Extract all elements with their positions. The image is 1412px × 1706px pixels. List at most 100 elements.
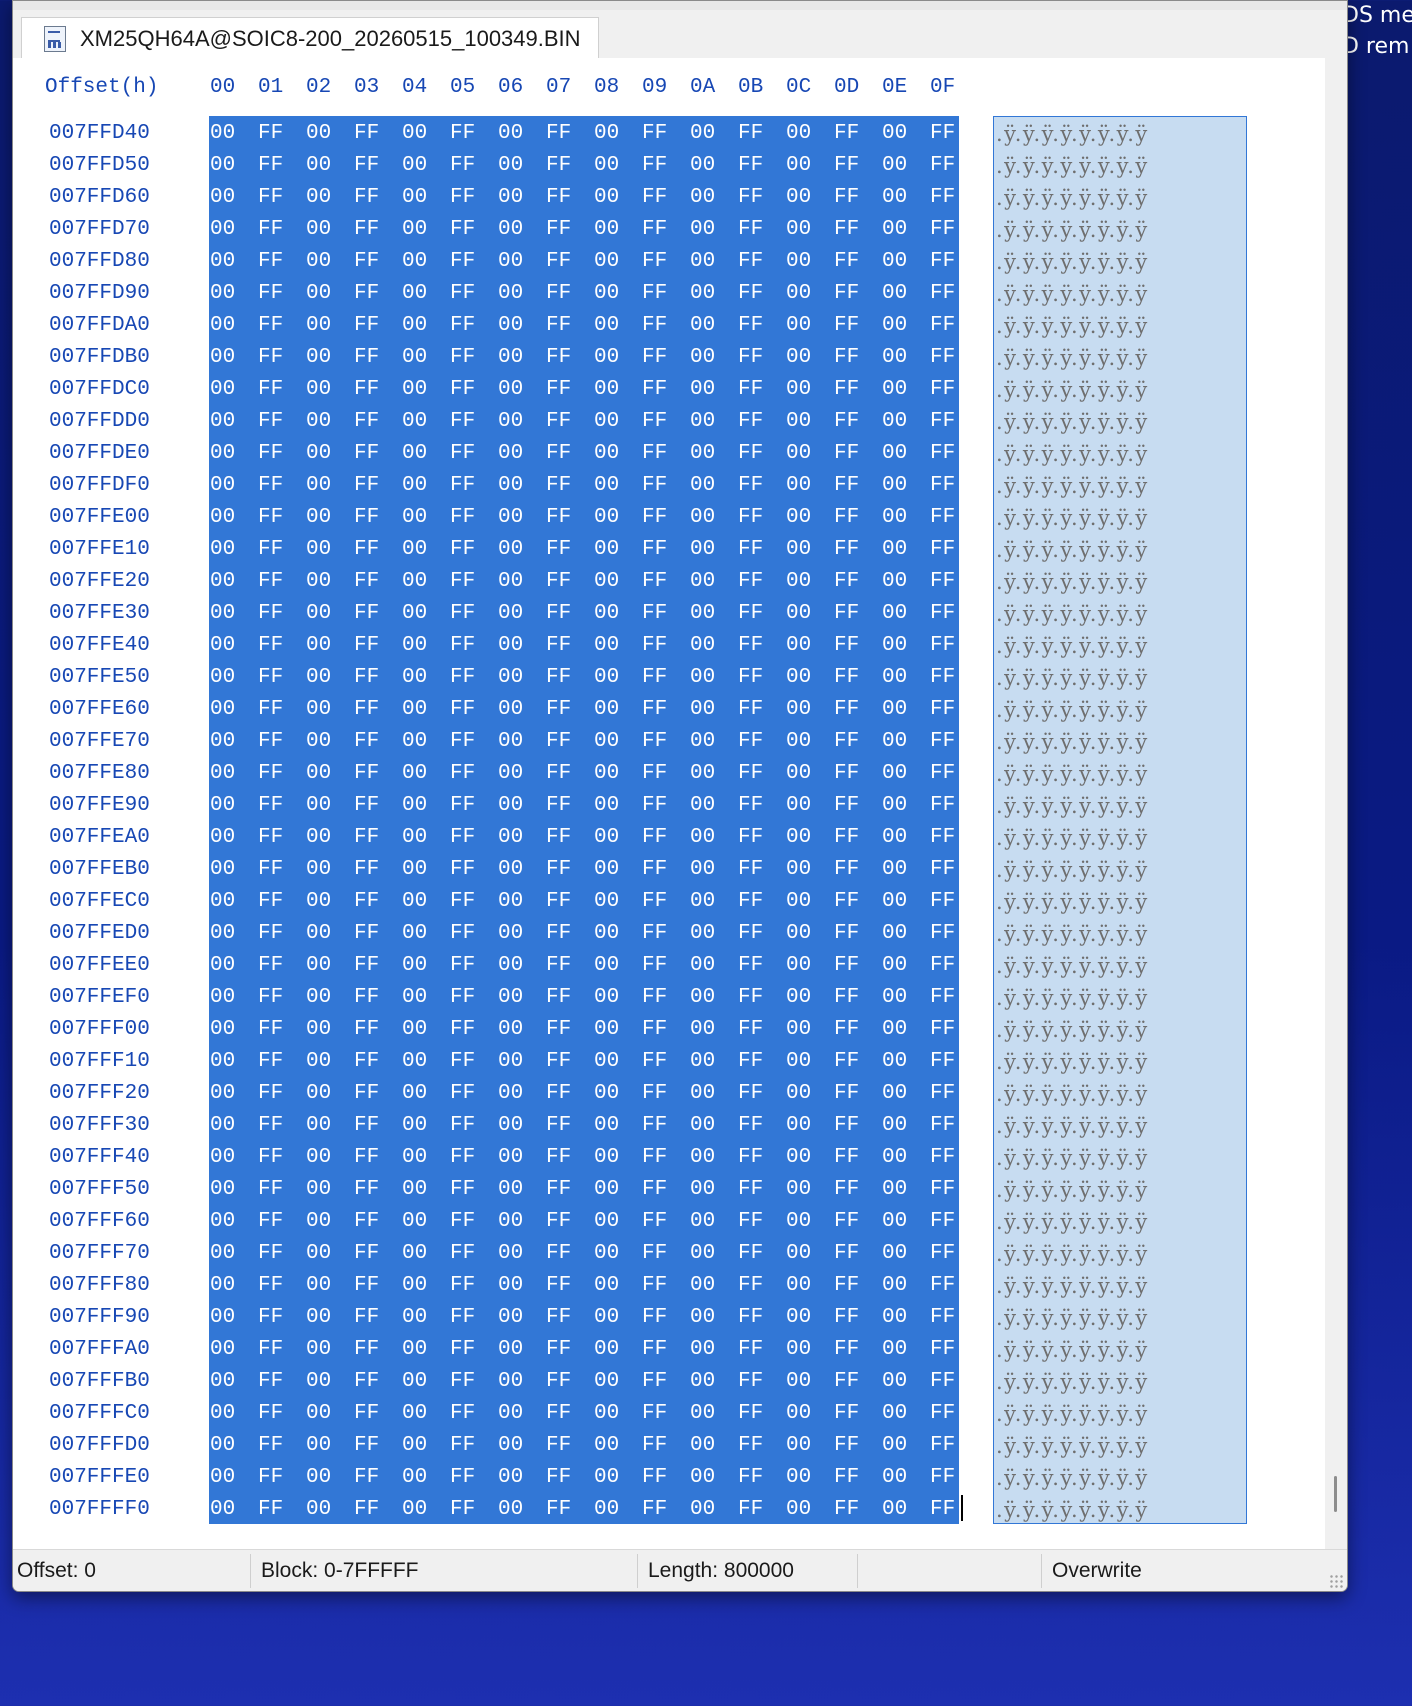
hex-byte[interactable]: 00 (306, 438, 354, 470)
hex-byte[interactable]: FF (642, 406, 690, 438)
hex-byte[interactable]: FF (354, 1014, 402, 1046)
hex-byte[interactable]: FF (642, 598, 690, 630)
hex-byte[interactable]: 00 (786, 470, 834, 502)
hex-byte[interactable]: 00 (786, 278, 834, 310)
hex-byte[interactable]: 00 (402, 1110, 450, 1142)
hex-byte[interactable]: 00 (594, 1398, 642, 1430)
hex-byte[interactable]: 00 (690, 118, 738, 150)
hex-byte[interactable]: FF (642, 214, 690, 246)
row-ascii[interactable]: .ÿ.ÿ.ÿ.ÿ.ÿ.ÿ.ÿ.ÿ (996, 246, 1149, 278)
hex-byte[interactable]: 00 (882, 950, 930, 982)
row-ascii[interactable]: .ÿ.ÿ.ÿ.ÿ.ÿ.ÿ.ÿ.ÿ (996, 950, 1149, 982)
hex-byte[interactable]: 00 (690, 982, 738, 1014)
hex-row[interactable]: 007FFE20 00 FF 00 FF 00 FF 00 FF 00 FF 00 FF 00 FF 00 FF… (13, 566, 1313, 598)
hex-row[interactable]: 007FFD40 00 FF 00 FF 00 FF 00 FF 00 FF 00 FF 00 FF 00 FF… (13, 118, 1313, 150)
hex-byte[interactable]: FF (642, 1398, 690, 1430)
row-ascii[interactable]: .ÿ.ÿ.ÿ.ÿ.ÿ.ÿ.ÿ.ÿ (996, 1014, 1149, 1046)
hex-byte[interactable]: FF (930, 1398, 978, 1430)
hex-byte[interactable]: FF (354, 118, 402, 150)
hex-byte[interactable]: FF (450, 246, 498, 278)
hex-byte[interactable]: FF (354, 822, 402, 854)
hex-byte[interactable]: FF (546, 1398, 594, 1430)
hex-row[interactable]: 007FFE30 00 FF 00 FF 00 FF 00 FF 00 FF 00 FF 00 FF 00 FF… (13, 598, 1313, 630)
hex-byte[interactable]: FF (546, 534, 594, 566)
hex-byte[interactable]: 00 (498, 150, 546, 182)
hex-row[interactable]: 007FFFD0 00 FF 00 FF 00 FF 00 FF 00 FF 00 FF 00 FF 00 FF… (13, 1430, 1313, 1462)
hex-byte[interactable]: 00 (594, 406, 642, 438)
hex-byte[interactable]: 00 (402, 1078, 450, 1110)
hex-byte[interactable]: FF (738, 1174, 786, 1206)
hex-byte[interactable]: 00 (882, 662, 930, 694)
hex-byte[interactable]: 00 (786, 566, 834, 598)
hex-byte[interactable]: FF (258, 1366, 306, 1398)
hex-byte[interactable]: FF (738, 278, 786, 310)
hex-byte[interactable]: 00 (306, 214, 354, 246)
hex-byte[interactable]: FF (546, 150, 594, 182)
hex-byte[interactable]: 00 (690, 822, 738, 854)
hex-byte[interactable]: FF (930, 1046, 978, 1078)
hex-byte[interactable]: FF (450, 790, 498, 822)
hex-byte[interactable]: FF (258, 1334, 306, 1366)
hex-byte[interactable]: 00 (210, 566, 258, 598)
hex-byte[interactable]: FF (354, 598, 402, 630)
hex-byte[interactable]: FF (834, 246, 882, 278)
hex-byte[interactable]: FF (546, 662, 594, 694)
hex-byte[interactable]: FF (738, 1302, 786, 1334)
hex-byte[interactable]: 00 (402, 278, 450, 310)
hex-byte[interactable]: 00 (786, 534, 834, 566)
hex-byte[interactable]: 00 (594, 342, 642, 374)
hex-row[interactable]: 007FFD80 00 FF 00 FF 00 FF 00 FF 00 FF 00 FF 00 FF 00 FF… (13, 246, 1313, 278)
hex-byte[interactable]: FF (738, 1494, 786, 1526)
hex-byte[interactable]: FF (450, 950, 498, 982)
hex-row[interactable]: 007FFEE0 00 FF 00 FF 00 FF 00 FF 00 FF 00 FF 00 FF 00 FF… (13, 950, 1313, 982)
hex-byte[interactable]: FF (642, 1142, 690, 1174)
row-ascii[interactable]: .ÿ.ÿ.ÿ.ÿ.ÿ.ÿ.ÿ.ÿ (996, 1078, 1149, 1110)
hex-byte[interactable]: 00 (786, 662, 834, 694)
hex-byte[interactable]: FF (834, 1110, 882, 1142)
hex-byte[interactable]: FF (930, 566, 978, 598)
hex-byte[interactable]: FF (354, 1078, 402, 1110)
hex-row[interactable]: 007FFF10 00 FF 00 FF 00 FF 00 FF 00 FF 00 FF 00 FF 00 FF… (13, 1046, 1313, 1078)
hex-byte[interactable]: FF (450, 982, 498, 1014)
hex-byte[interactable]: FF (546, 598, 594, 630)
hex-byte[interactable]: FF (546, 630, 594, 662)
hex-byte[interactable]: FF (834, 1206, 882, 1238)
hex-byte[interactable]: 00 (594, 726, 642, 758)
hex-byte[interactable]: 00 (498, 1014, 546, 1046)
hex-byte[interactable]: FF (258, 1270, 306, 1302)
hex-byte[interactable]: FF (642, 246, 690, 278)
hex-byte[interactable]: FF (738, 374, 786, 406)
hex-byte[interactable]: 00 (306, 598, 354, 630)
hex-byte[interactable]: FF (546, 1334, 594, 1366)
hex-byte[interactable]: FF (834, 694, 882, 726)
hex-byte[interactable]: 00 (402, 726, 450, 758)
hex-byte[interactable]: FF (738, 566, 786, 598)
hex-byte[interactable]: FF (834, 278, 882, 310)
hex-byte[interactable]: 00 (690, 758, 738, 790)
hex-byte[interactable]: FF (354, 886, 402, 918)
hex-byte[interactable]: FF (642, 662, 690, 694)
hex-row[interactable]: 007FFE00 00 FF 00 FF 00 FF 00 FF 00 FF 00 FF 00 FF 00 FF… (13, 502, 1313, 534)
hex-byte[interactable]: FF (642, 1334, 690, 1366)
hex-byte[interactable]: 00 (882, 438, 930, 470)
hex-byte[interactable]: 00 (306, 630, 354, 662)
hex-byte[interactable]: 00 (594, 1110, 642, 1142)
hex-byte[interactable]: 00 (594, 1334, 642, 1366)
hex-byte[interactable]: FF (546, 758, 594, 790)
hex-byte[interactable]: FF (450, 822, 498, 854)
hex-byte[interactable]: 00 (210, 1462, 258, 1494)
hex-byte[interactable]: FF (450, 310, 498, 342)
hex-byte[interactable]: 00 (882, 1238, 930, 1270)
hex-byte[interactable]: 00 (498, 470, 546, 502)
hex-byte[interactable]: 00 (210, 630, 258, 662)
hex-byte[interactable]: 00 (594, 1238, 642, 1270)
hex-byte[interactable]: 00 (498, 1334, 546, 1366)
hex-byte[interactable]: 00 (210, 470, 258, 502)
hex-byte[interactable]: 00 (498, 918, 546, 950)
hex-byte[interactable]: 00 (594, 1430, 642, 1462)
hex-byte[interactable]: 00 (402, 1206, 450, 1238)
hex-byte[interactable]: 00 (210, 1430, 258, 1462)
hex-byte[interactable]: FF (546, 118, 594, 150)
hex-row[interactable]: 007FFF30 00 FF 00 FF 00 FF 00 FF 00 FF 00 FF 00 FF 00 FF… (13, 1110, 1313, 1142)
hex-byte[interactable]: FF (738, 406, 786, 438)
